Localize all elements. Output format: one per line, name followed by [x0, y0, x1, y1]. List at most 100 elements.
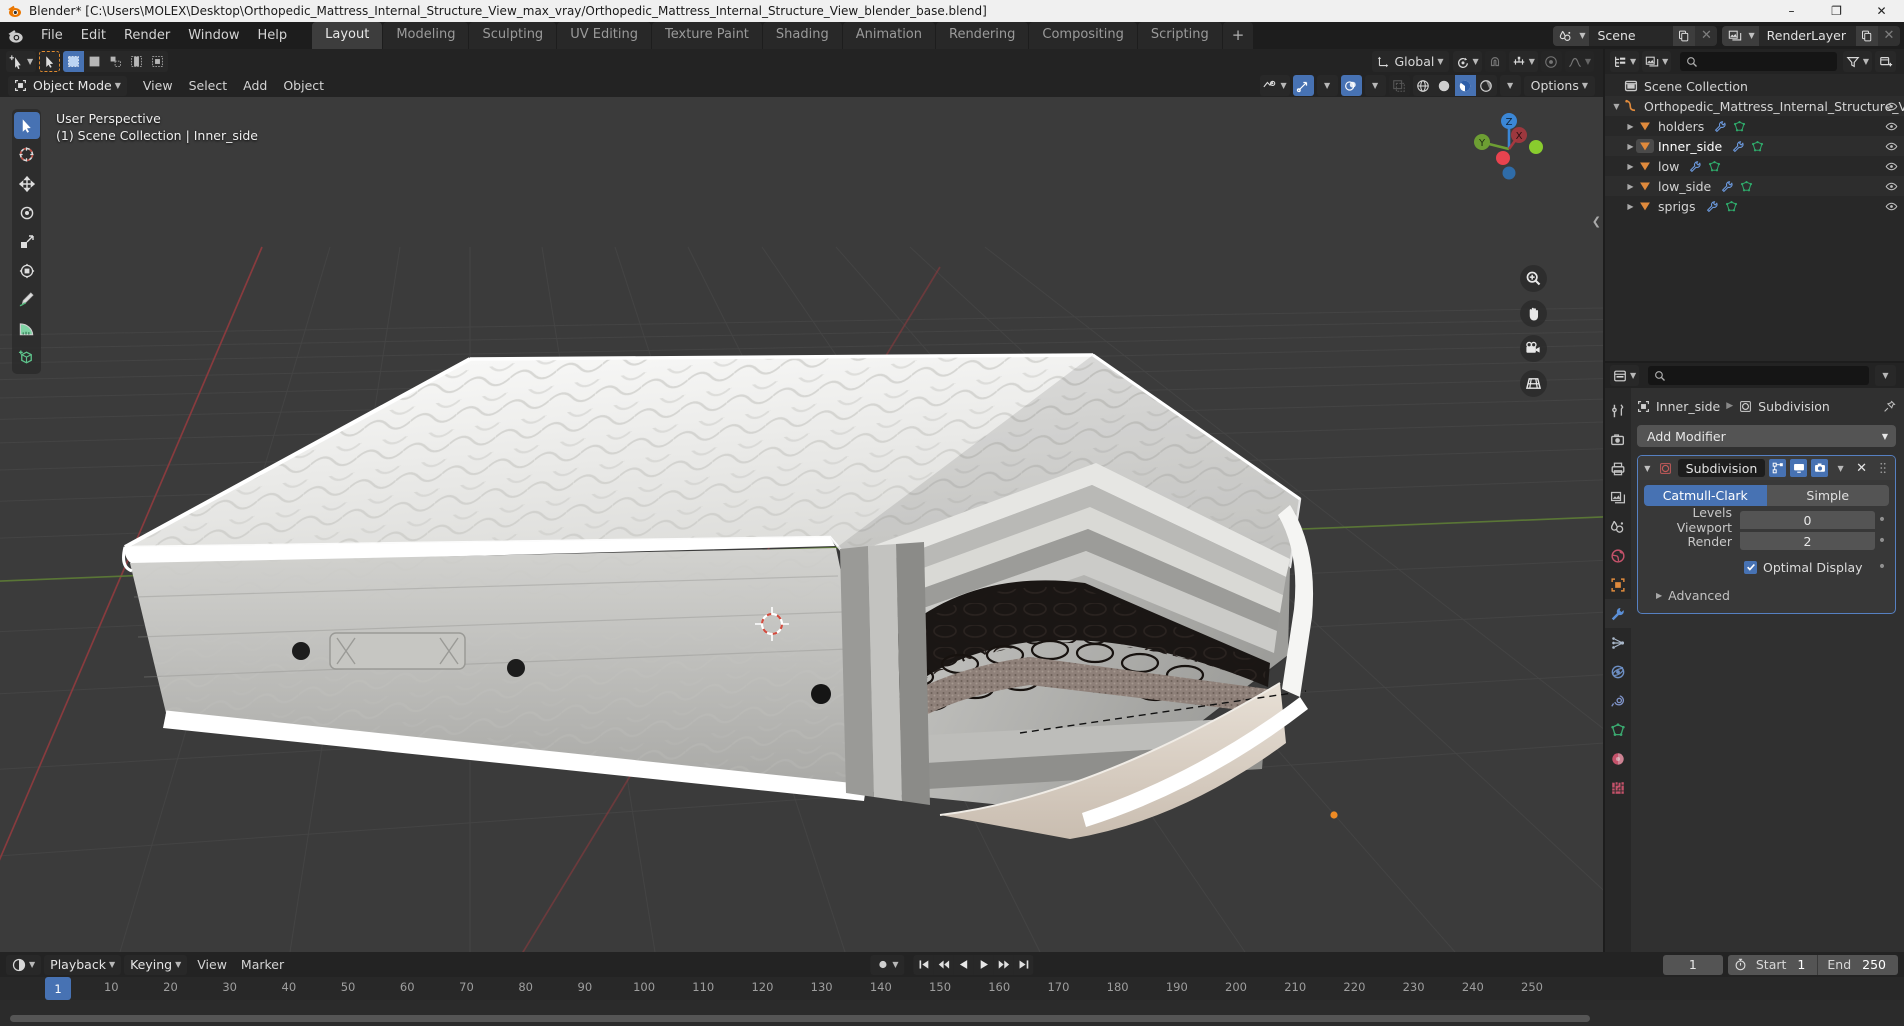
shading-solid-button[interactable]	[1433, 75, 1455, 96]
tab-scripting[interactable]: Scripting	[1137, 22, 1222, 49]
scene-selector[interactable]: ▼ Scene ✕	[1553, 25, 1718, 46]
tool-transform-icon[interactable]	[14, 257, 40, 284]
disclosure-triangle-icon[interactable]: ▶	[1625, 142, 1636, 151]
disclosure-triangle-icon[interactable]: ▶	[1625, 122, 1636, 131]
minimize-button[interactable]: –	[1769, 0, 1814, 22]
outliner-row-scene-collection[interactable]: Scene Collection	[1605, 76, 1904, 96]
tab-tool[interactable]	[1605, 396, 1631, 425]
play-reverse-button[interactable]	[953, 954, 974, 975]
gizmos-dropdown[interactable]: ▼	[1316, 75, 1338, 96]
tool-scale-icon[interactable]	[14, 228, 40, 255]
3d-viewport[interactable]: User Perspective (1) Scene Collection | …	[0, 97, 1603, 952]
options-dropdown[interactable]: Options ▼	[1523, 75, 1595, 96]
viewport-menu-add[interactable]: Add	[235, 76, 275, 95]
disclosure-triangle-icon[interactable]: ▶	[1625, 202, 1636, 211]
shading-dropdown[interactable]: ▼	[1499, 75, 1521, 96]
shading-material-preview-button[interactable]	[1454, 75, 1476, 96]
outliner-row-holders[interactable]: ▶ holders	[1605, 116, 1904, 136]
tool-measure-icon[interactable]	[14, 315, 40, 342]
modifier-delete-button[interactable]: ✕	[1853, 459, 1870, 477]
select-intersect-mode-button[interactable]	[147, 51, 169, 72]
modifier-show-in-render-toggle[interactable]	[1811, 459, 1829, 477]
viewport-navigation-gizmo[interactable]: Z Y X	[1465, 105, 1553, 193]
optimal-display-checkbox[interactable]	[1744, 560, 1757, 574]
breadcrumb-object-label[interactable]: Inner_side	[1656, 399, 1720, 414]
disclosure-triangle-icon[interactable]: ▶	[1625, 182, 1636, 191]
jump-to-end-button[interactable]	[1013, 954, 1034, 975]
active-tool-icon[interactable]: ▼	[6, 51, 37, 72]
mesh-data-icon[interactable]	[1733, 120, 1746, 133]
tab-particles[interactable]	[1605, 628, 1631, 657]
select-box-tool-icon[interactable]	[39, 51, 61, 72]
tab-texture-paint[interactable]: Texture Paint	[652, 22, 762, 49]
overlays-dropdown[interactable]: ▼	[1364, 75, 1386, 96]
modifier-show-in-edit-mode-toggle[interactable]	[1769, 459, 1787, 477]
disclosure-triangle-icon[interactable]: ▶	[1625, 162, 1636, 171]
eye-icon[interactable]	[1885, 120, 1898, 133]
visibility-caret-icon[interactable]: ▼	[1280, 81, 1286, 90]
tab-animation[interactable]: Animation	[842, 22, 935, 49]
tab-world[interactable]	[1605, 541, 1631, 570]
tab-view-layer[interactable]	[1605, 483, 1631, 512]
outliner-editor-type-button[interactable]: ▼	[1610, 51, 1640, 72]
use-preview-range-icon[interactable]	[1728, 958, 1747, 971]
wrench-icon[interactable]	[1714, 120, 1727, 133]
pin-icon[interactable]	[1883, 400, 1896, 413]
tool-annotate-icon[interactable]	[14, 286, 40, 313]
camera-view-icon[interactable]	[1520, 335, 1547, 362]
tab-uv-editing[interactable]: UV Editing	[557, 22, 652, 49]
subdivision-simple-button[interactable]: Simple	[1766, 485, 1889, 506]
select-invert-mode-button[interactable]	[126, 51, 148, 72]
properties-editor-type-button[interactable]: ▼	[1610, 365, 1640, 386]
outliner-filter-button[interactable]: ▼	[1842, 51, 1872, 72]
wrench-icon[interactable]	[1721, 180, 1734, 193]
select-extend-mode-button[interactable]	[84, 51, 106, 72]
tab-modeling[interactable]: Modeling	[383, 22, 469, 49]
zoom-view-icon[interactable]	[1520, 265, 1547, 292]
scene-caret-icon[interactable]: ▼	[1579, 25, 1590, 46]
move-view-hand-icon[interactable]	[1520, 300, 1547, 327]
current-frame-field[interactable]: 1	[1662, 954, 1723, 975]
outliner-row-low-side[interactable]: ▶ low_side	[1605, 176, 1904, 196]
tab-modifiers[interactable]	[1605, 599, 1631, 628]
modifier-expand-triangle-icon[interactable]: ▼	[1642, 464, 1653, 473]
viewport-menu-select[interactable]: Select	[181, 76, 236, 95]
jump-to-previous-keyframe-button[interactable]	[933, 954, 954, 975]
eye-icon[interactable]	[1885, 140, 1898, 153]
mesh-data-icon[interactable]	[1708, 160, 1721, 173]
tab-render[interactable]	[1605, 425, 1631, 454]
render-levels-value[interactable]: 2	[1740, 532, 1875, 550]
tab-sculpting[interactable]: Sculpting	[469, 22, 557, 49]
tab-material[interactable]	[1605, 744, 1631, 773]
tab-shading[interactable]: Shading	[762, 22, 842, 49]
tab-texture[interactable]	[1605, 773, 1631, 802]
modifier-drag-handle[interactable]	[1874, 459, 1891, 477]
properties-options-button[interactable]: ▼	[1875, 365, 1896, 386]
modifier-extras-dropdown[interactable]: ▼	[1832, 459, 1849, 477]
timeline-menu-view[interactable]: View	[190, 955, 234, 974]
timeline-horizontal-scrollbar[interactable]	[10, 1015, 1590, 1022]
outliner-new-collection-button[interactable]	[1875, 51, 1896, 72]
new-scene-button[interactable]	[1673, 25, 1696, 46]
outliner-row-sprigs[interactable]: ▶ sprigs	[1605, 196, 1904, 216]
eye-icon[interactable]	[1885, 180, 1898, 193]
mesh-data-icon[interactable]	[1725, 200, 1738, 213]
toggle-orthographic-icon[interactable]	[1520, 370, 1547, 397]
jump-to-next-keyframe-button[interactable]	[993, 954, 1014, 975]
play-button[interactable]	[973, 954, 994, 975]
new-viewlayer-button[interactable]	[1856, 25, 1878, 46]
timeline-ruler[interactable]: 10 20 30 40 50 60 70 80 90 100 110 120 130 140 150 160 1…	[0, 977, 1904, 1000]
tool-caret-icon[interactable]: ▼	[27, 57, 33, 66]
eye-icon[interactable]	[1885, 200, 1898, 213]
eye-icon[interactable]	[1885, 100, 1898, 113]
jump-to-start-button[interactable]	[913, 954, 934, 975]
snap-magnet-toggle[interactable]	[1484, 51, 1506, 72]
add-modifier-button[interactable]: Add Modifier ▼	[1637, 425, 1896, 447]
modifier-show-in-viewport-toggle[interactable]	[1790, 459, 1808, 477]
mesh-data-icon[interactable]	[1740, 180, 1753, 193]
tool-cursor-icon[interactable]	[14, 141, 40, 168]
levels-viewport-value[interactable]: 0	[1740, 511, 1875, 529]
disclosure-triangle-icon[interactable]: ▼	[1611, 102, 1622, 111]
tool-add-cube-icon[interactable]	[14, 344, 40, 371]
tab-constraints[interactable]	[1605, 686, 1631, 715]
